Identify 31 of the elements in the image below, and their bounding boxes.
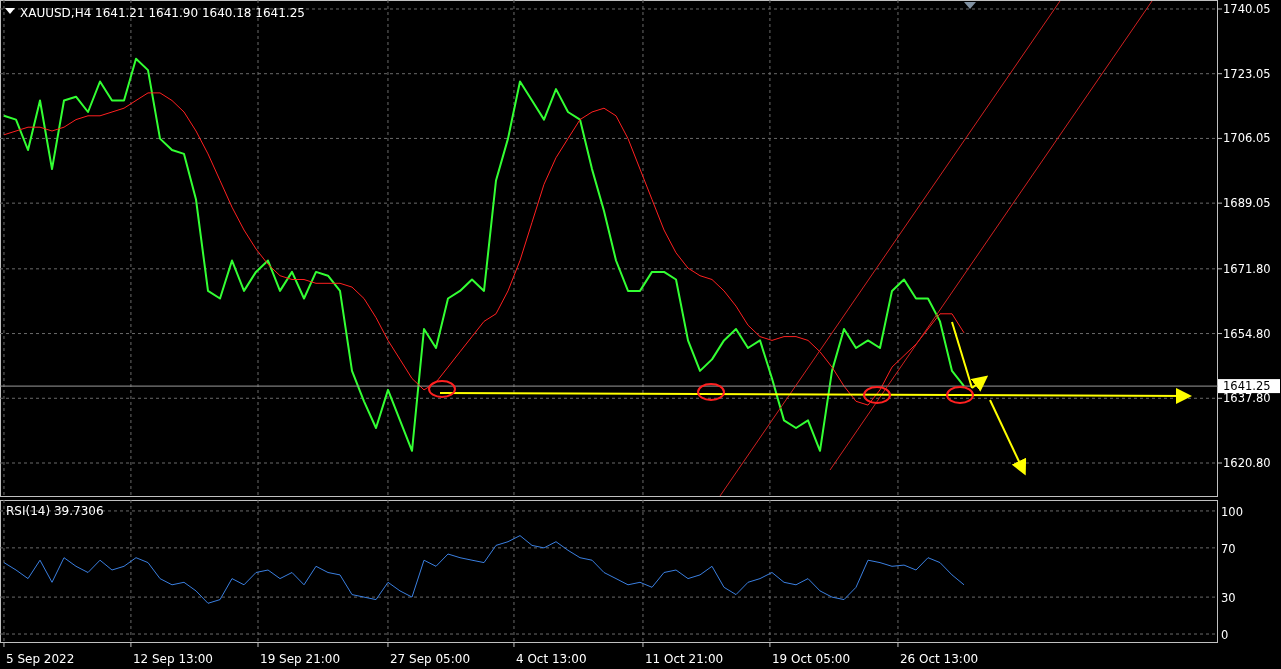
time-tick-label: 27 Sep 05:00 — [389, 652, 471, 666]
rsi-tick-label: 0 — [1221, 628, 1229, 642]
forecast-arrow — [951, 321, 989, 392]
symbol-label: XAUUSD,H4 — [20, 6, 92, 20]
time-tick-label: 4 Oct 13:00 — [515, 652, 587, 666]
rsi-tick-label: 30 — [1221, 591, 1236, 606]
rsi-tick-label: 70 — [1221, 541, 1236, 556]
dropdown-icon[interactable] — [5, 8, 15, 14]
quote-values: 1641.21 1641.90 1640.18 1641.25 — [95, 6, 305, 20]
price-tick-label: 1740.05 — [1223, 2, 1271, 16]
price-tick-label: 1654.80 — [1223, 326, 1271, 341]
time-tick-label: 26 Oct 13:00 — [899, 652, 979, 666]
price-tick-label: 1671.80 — [1223, 261, 1271, 276]
price-tick-label: 1706.05 — [1223, 131, 1271, 146]
marker-circle — [697, 383, 725, 401]
time-tick-label: 11 Oct 21:00 — [644, 652, 724, 666]
marker-circle — [428, 380, 456, 398]
shift-marker-icon[interactable] — [964, 2, 976, 9]
price-tick-label: 1637.80 — [1223, 391, 1271, 406]
time-tick-label: 5 Sep 2022 — [5, 652, 75, 666]
marker-circle — [863, 386, 891, 404]
price-tick-label: 1723.05 — [1223, 66, 1271, 81]
price-tick-label: 1689.05 — [1223, 196, 1271, 211]
price-tick-label: 1620.80 — [1223, 456, 1271, 470]
time-tick-label: 19 Oct 05:00 — [771, 652, 851, 666]
current-price-tag: 1641.25 — [1218, 379, 1280, 394]
time-tick-label: 12 Sep 13:00 — [132, 652, 214, 666]
time-tick-label: 19 Sep 21:00 — [260, 652, 341, 666]
marker-circle — [946, 386, 974, 404]
rsi-label: RSI(14) 39.7306 — [6, 504, 104, 518]
rsi-tick-label: 100 — [1221, 504, 1243, 519]
